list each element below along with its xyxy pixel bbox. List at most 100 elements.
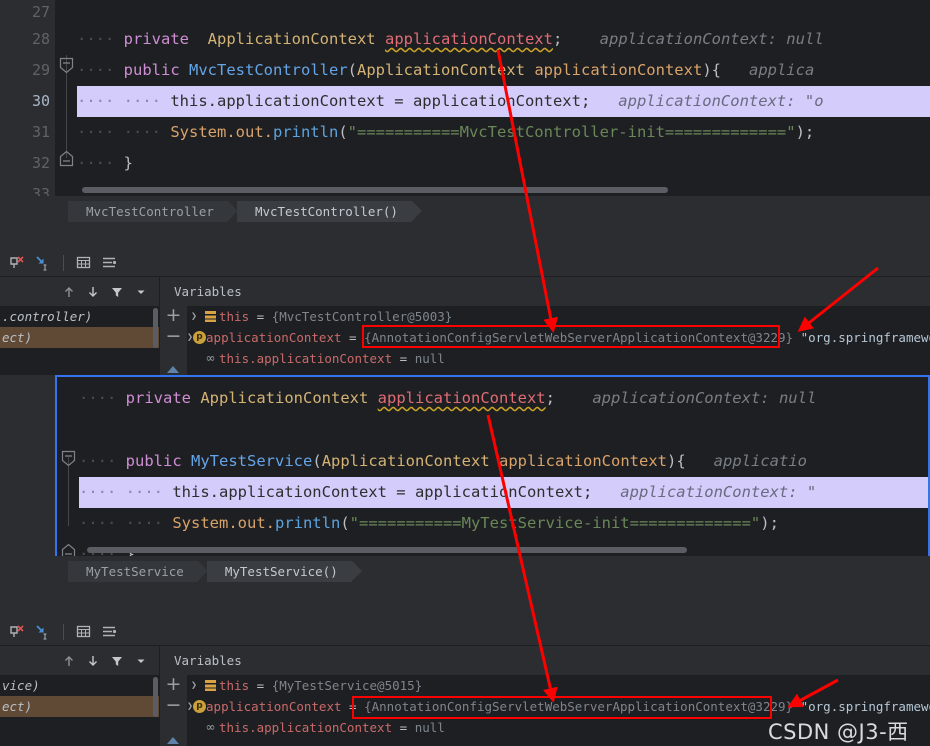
arrow-up-icon[interactable] [57, 281, 81, 303]
scroll-up-indicator[interactable] [167, 366, 179, 373]
variable-value: {AnnotationConfigServletWebServerApplica… [364, 330, 794, 345]
editor-gutter-top[interactable]: 27 28 29 30 31 32 33 [0, 0, 55, 196]
variable-name: applicationContext [206, 699, 342, 714]
chevron-right-icon[interactable]: ❯ [187, 675, 201, 696]
editor-horizontal-scrollbar-bottom[interactable] [87, 547, 687, 553]
settings-list-icon[interactable] [97, 252, 121, 274]
step-into-icon[interactable] [30, 252, 54, 274]
infinity-watch-icon: ∞ [205, 720, 216, 734]
variable-row-this[interactable]: ❯ this = {MyTestService@5015} [187, 675, 930, 696]
debugger-toolbar-bottom [0, 618, 930, 646]
add-watch-button[interactable]: + [160, 306, 187, 327]
breadcrumb-class-service[interactable]: MyTestService [68, 560, 208, 582]
field-p-icon: p [193, 331, 207, 344]
variable-row-watch[interactable]: ∞ this.applicationContext = null [187, 348, 930, 369]
force-step-into-icon[interactable] [4, 252, 28, 274]
evaluate-expression-icon[interactable] [71, 252, 95, 274]
frame-item-selected[interactable]: ect) [0, 696, 159, 717]
breadcrumb-top: MvcTestController MvcTestController() [0, 196, 930, 226]
filter-icon[interactable] [105, 281, 129, 303]
arrow-up-icon[interactable] [57, 650, 81, 672]
frame-item-selected[interactable]: ect) [0, 327, 159, 348]
variable-name: this.applicationContext [219, 351, 393, 366]
fold-expanded-icon[interactable] [61, 450, 76, 467]
filter-icon[interactable] [105, 650, 129, 672]
frame-item[interactable]: .controller) [0, 306, 159, 327]
variable-equals: = [399, 720, 408, 735]
variable-name: this [219, 678, 250, 693]
variables-rail-bottom: + − [160, 675, 187, 746]
frames-scrollbar-top[interactable] [152, 306, 159, 375]
variables-rows-top: ❯ this = {MvcTestController@5003} ❯ p ap… [187, 306, 930, 369]
variables-panel-top[interactable]: Variables + − ❯ this = {MvcTestControlle… [160, 277, 930, 375]
remove-watch-button[interactable]: − [160, 696, 187, 717]
variable-value: {MyTestService@5015} [271, 678, 423, 693]
breadcrumb-method-mvc[interactable]: MvcTestController() [236, 200, 422, 222]
variable-row-application-context[interactable]: ❯ p applicationContext = {AnnotationConf… [187, 696, 930, 717]
variables-title-bottom: Variables [160, 646, 930, 675]
chevron-right-icon[interactable]: ❯ [187, 306, 201, 327]
chevron-down-icon[interactable] [129, 281, 153, 303]
line-number: 29 [31, 61, 50, 79]
line-number: 32 [31, 154, 50, 172]
code-line: ···· public MvcTestController(Applicatio… [77, 61, 815, 79]
variable-row-this[interactable]: ❯ this = {MvcTestController@5003} [187, 306, 930, 327]
frames-list-top[interactable]: .controller) ect) [0, 306, 159, 375]
object-value-icon [201, 680, 219, 691]
settings-list-icon[interactable] [97, 621, 121, 643]
breadcrumb-method-service[interactable]: MyTestService() [206, 560, 362, 582]
variable-value: {MvcTestController@5003} [271, 309, 453, 324]
editor-folding-column-top[interactable] [55, 0, 77, 196]
variables-title-top: Variables [160, 277, 930, 306]
fold-expanded-icon[interactable] [59, 57, 74, 74]
variable-equals: = [349, 699, 357, 714]
frame-item[interactable]: vice) [0, 675, 159, 696]
variable-name: applicationContext [206, 330, 342, 345]
code-editor-mvc-test-controller[interactable]: 27 28 29 30 31 32 33 ···· private Applic… [0, 0, 930, 196]
variable-equals: = [399, 351, 408, 366]
variable-row-application-context[interactable]: ❯ p applicationContext = {AnnotationConf… [187, 327, 930, 348]
variable-value: null [414, 720, 445, 735]
frames-list-bottom[interactable]: vice) ect) [0, 675, 159, 746]
code-line: ···· public MyTestService(ApplicationCon… [79, 452, 807, 470]
line-number: 28 [31, 30, 50, 48]
code-line: ···· private ApplicationContext applicat… [79, 389, 817, 407]
scroll-up-indicator[interactable] [167, 737, 179, 744]
breadcrumb-class-mvc[interactable]: MvcTestController [68, 200, 238, 222]
variable-string-value: "org.springframewor [800, 699, 930, 714]
evaluate-expression-icon[interactable] [71, 621, 95, 643]
force-step-into-icon[interactable] [4, 621, 28, 643]
arrow-down-icon[interactable] [81, 281, 105, 303]
arrow-down-icon[interactable] [81, 650, 105, 672]
variable-equals: = [349, 330, 357, 345]
frames-scrollbar-bottom[interactable] [152, 675, 159, 746]
variable-name: this.applicationContext [219, 720, 393, 735]
code-line-current: ···· ···· this.applicationContext = appl… [79, 477, 928, 508]
debugger-toolbar-top [0, 249, 930, 277]
add-watch-button[interactable]: + [160, 675, 187, 696]
breadcrumb-bottom: MyTestService MyTestService() [0, 556, 930, 586]
step-into-icon[interactable] [30, 621, 54, 643]
variables-body-top: + − ❯ this = {MvcTestController@5003} ❯ … [160, 306, 930, 375]
code-line: ···· private ApplicationContext applicat… [77, 30, 824, 48]
line-number: 27 [31, 3, 50, 21]
code-line: ···· ···· System.out.println("==========… [79, 514, 779, 532]
code-editor-my-test-service[interactable]: 18 19 20 21 22 23 ···· private Applicati… [55, 375, 930, 556]
object-value-icon [201, 311, 219, 322]
remove-watch-button[interactable]: − [160, 327, 187, 348]
frames-panel-bottom[interactable]: vice) ect) [0, 646, 160, 746]
fold-collapsed-icon[interactable] [59, 150, 74, 167]
debugger-body-top: .controller) ect) Variables + − ❯ this =… [0, 277, 930, 375]
editor-code-area-bottom[interactable]: ···· private ApplicationContext applicat… [79, 377, 928, 556]
editor-horizontal-scrollbar-top[interactable] [82, 187, 668, 193]
editor-folding-column-bottom[interactable] [57, 377, 79, 556]
chevron-down-icon[interactable] [129, 650, 153, 672]
frames-toolbar-top [0, 277, 159, 306]
variable-equals: = [256, 309, 265, 324]
fold-collapsed-icon[interactable] [61, 543, 76, 556]
editor-code-area-top[interactable]: ···· private ApplicationContext applicat… [77, 0, 930, 196]
variables-rail-top: + − [160, 306, 187, 375]
frames-panel-top[interactable]: .controller) ect) [0, 277, 160, 375]
